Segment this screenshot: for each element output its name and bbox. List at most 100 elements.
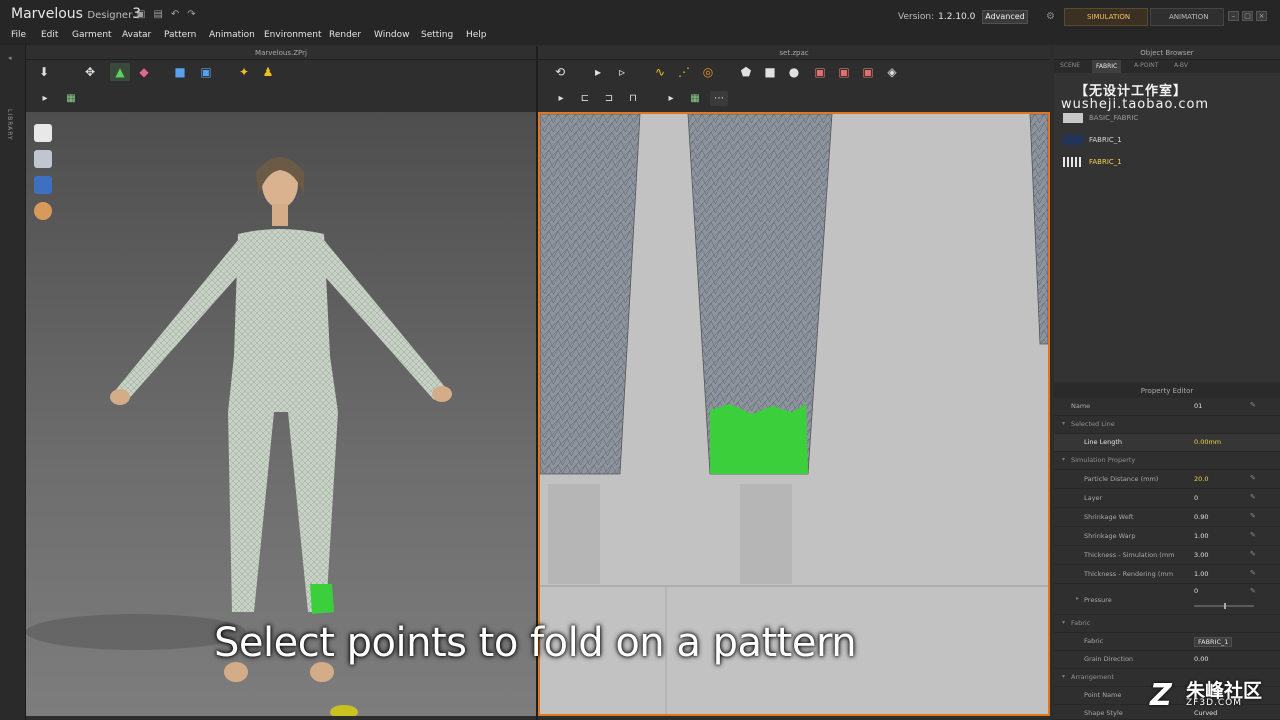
prop-value[interactable]: 0 — [1194, 494, 1198, 502]
view3d-toolbar: ⬇ ✥ ▲ ◆ ■ ▣ ✦ ♟ ▸ ▦ — [26, 61, 536, 112]
section-simulation-property[interactable]: ▾ Simulation Property — [1054, 452, 1280, 470]
tack-icon[interactable]: ⊓ — [624, 91, 642, 106]
undo-icon[interactable]: ↶ — [171, 9, 179, 20]
menu-help[interactable]: Help — [466, 30, 487, 40]
edit-pen-icon[interactable]: ✎ — [1250, 401, 1256, 409]
menu-garment[interactable]: Garment — [72, 30, 112, 40]
curvature-icon[interactable]: ◎ — [698, 63, 718, 81]
slider-handle[interactable] — [1224, 603, 1226, 609]
menu-pattern[interactable]: Pattern — [164, 30, 196, 40]
move-down-icon[interactable]: ⬇ — [34, 63, 54, 81]
expand-icon[interactable]: ▾ — [1062, 420, 1065, 427]
expand-icon[interactable]: ▸ — [1076, 595, 1079, 602]
menu-edit[interactable]: Edit — [41, 30, 58, 40]
prop-particle-distance: Particle Distance (mm) 20.0 ✎ — [1054, 471, 1280, 489]
section-selected-line[interactable]: ▾ Selected Line — [1054, 416, 1280, 434]
fabric-select[interactable]: FABRIC_1 — [1194, 637, 1233, 647]
prop-value[interactable]: 0.00 — [1194, 655, 1208, 663]
app-window: Marvelous Designer3 ▣ ▤ ↶ ↷ Version: 1.2.… — [0, 0, 1280, 720]
pose-avatar-icon[interactable]: ✦ — [234, 63, 254, 81]
circle-icon[interactable]: ● — [784, 63, 804, 81]
collapse-icon[interactable]: ◂ — [8, 54, 12, 62]
tab-a-bv[interactable]: A-BV — [1174, 62, 1188, 69]
select-tool-icon[interactable]: ▸ — [36, 91, 54, 106]
rectangle-icon[interactable]: ■ — [760, 63, 780, 81]
polygon-icon[interactable]: ⬟ — [736, 63, 756, 81]
arrangement-point-icon[interactable]: ■ — [170, 63, 190, 81]
arrangement-bounding-icon[interactable]: ▣ — [196, 63, 216, 81]
menu-render[interactable]: Render — [329, 30, 361, 40]
zf3d-logo: Z 朱峰社区 ZF3D.COM — [1148, 676, 1278, 716]
menu-environment[interactable]: Environment — [264, 30, 321, 40]
tab-scene[interactable]: SCENE — [1060, 62, 1080, 69]
menu-setting[interactable]: Setting — [421, 30, 453, 40]
object-browser-title: Object Browser — [1140, 49, 1194, 57]
maximize-icon[interactable]: □ — [1242, 11, 1253, 21]
select-mesh-icon[interactable]: ▲ — [110, 63, 130, 81]
open-icon[interactable]: ▤ — [153, 9, 162, 20]
menu-bar: File Edit Garment Avatar Pattern Animati… — [0, 28, 1280, 45]
section-label: Simulation Property — [1071, 456, 1136, 464]
reset-2d-icon[interactable]: ⟲ — [550, 63, 570, 81]
menu-window[interactable]: Window — [374, 30, 410, 40]
animation-mode-button[interactable]: ANIMATION — [1150, 8, 1224, 26]
dart-icon[interactable]: ◈ — [882, 63, 902, 81]
mesh-display-icon[interactable]: ▦ — [62, 91, 80, 106]
internal-rect-icon[interactable]: ▣ — [834, 63, 854, 81]
prop-value[interactable]: 1.00 — [1194, 532, 1208, 540]
edit-pen-icon[interactable]: ✎ — [1250, 550, 1256, 558]
add-point-icon[interactable]: ⋰ — [674, 63, 694, 81]
menu-avatar[interactable]: Avatar — [122, 30, 151, 40]
prop-value[interactable]: 3.00 — [1194, 551, 1208, 559]
simulation-mode-button[interactable]: SIMULATION — [1064, 8, 1148, 26]
save-icon[interactable]: ▣ — [136, 9, 145, 20]
prop-pressure: ▸ Pressure 0 ✎ — [1054, 585, 1280, 615]
section-fabric[interactable]: ▾ Fabric — [1054, 615, 1280, 633]
prop-label: Grain Direction — [1084, 655, 1134, 663]
simulation-label: SIMULATION — [1087, 13, 1131, 21]
fold-arrangement-icon[interactable]: ◆ — [134, 63, 154, 81]
edit-pen-icon[interactable]: ✎ — [1250, 531, 1256, 539]
prop-value[interactable]: 0.90 — [1194, 513, 1208, 521]
prop-value[interactable]: 20.0 — [1194, 475, 1208, 483]
expand-icon[interactable]: ▾ — [1062, 456, 1065, 463]
prop-value[interactable]: 01 — [1194, 402, 1202, 410]
prop-value[interactable]: 0.00mm — [1194, 438, 1221, 446]
prop-line-length: Line Length 0.00mm — [1054, 434, 1280, 452]
fold-point-icon[interactable]: ⋯ — [710, 91, 728, 106]
settings-icon[interactable]: ⚙ — [1046, 11, 1055, 22]
prop-value[interactable]: 1.00 — [1194, 570, 1208, 578]
segment-sewing-icon[interactable]: ⊏ — [576, 91, 594, 106]
expand-icon[interactable]: ▾ — [1062, 673, 1065, 680]
close-icon[interactable]: × — [1256, 11, 1267, 21]
edit-pen-icon[interactable]: ✎ — [1250, 587, 1256, 595]
select-mesh-2d-icon[interactable]: ▸ — [662, 91, 680, 106]
mesh-display-2d-icon[interactable]: ▦ — [686, 91, 704, 106]
minimize-icon[interactable]: – — [1228, 11, 1239, 21]
menu-file[interactable]: File — [11, 30, 26, 40]
seam-tool-icon[interactable]: ▸ — [552, 91, 570, 106]
advanced-mode-button[interactable]: Advanced — [982, 10, 1028, 24]
free-sewing-icon[interactable]: ⊐ — [600, 91, 618, 106]
edit-pen-icon[interactable]: ✎ — [1250, 493, 1256, 501]
library-strip[interactable]: ◂ LIBRARY — [0, 45, 26, 720]
redo-icon[interactable]: ↷ — [187, 9, 195, 20]
pressure-slider[interactable] — [1194, 603, 1254, 609]
edit-curve-icon[interactable]: ∿ — [650, 63, 670, 81]
edit-pen-icon[interactable]: ✎ — [1250, 569, 1256, 577]
prop-layer: Layer 0 ✎ — [1054, 490, 1280, 508]
tab-fabric[interactable]: FABRIC — [1092, 60, 1122, 73]
prop-value[interactable]: 0 — [1194, 587, 1198, 595]
internal-circle-icon[interactable]: ▣ — [858, 63, 878, 81]
internal-polygon-icon[interactable]: ▣ — [810, 63, 830, 81]
tab-a-point[interactable]: A-POINT — [1134, 62, 1158, 69]
animation-label: ANIMATION — [1169, 13, 1209, 21]
menu-animation[interactable]: Animation — [209, 30, 255, 40]
edit-pen-icon[interactable]: ✎ — [1250, 474, 1256, 482]
transform-icon[interactable]: ✥ — [80, 63, 100, 81]
transform-pattern-icon[interactable]: ▸ — [588, 63, 608, 81]
expand-icon[interactable]: ▾ — [1062, 619, 1065, 626]
edit-pen-icon[interactable]: ✎ — [1250, 512, 1256, 520]
pin-icon[interactable]: ♟ — [258, 63, 278, 81]
edit-pattern-icon[interactable]: ▹ — [612, 63, 632, 81]
